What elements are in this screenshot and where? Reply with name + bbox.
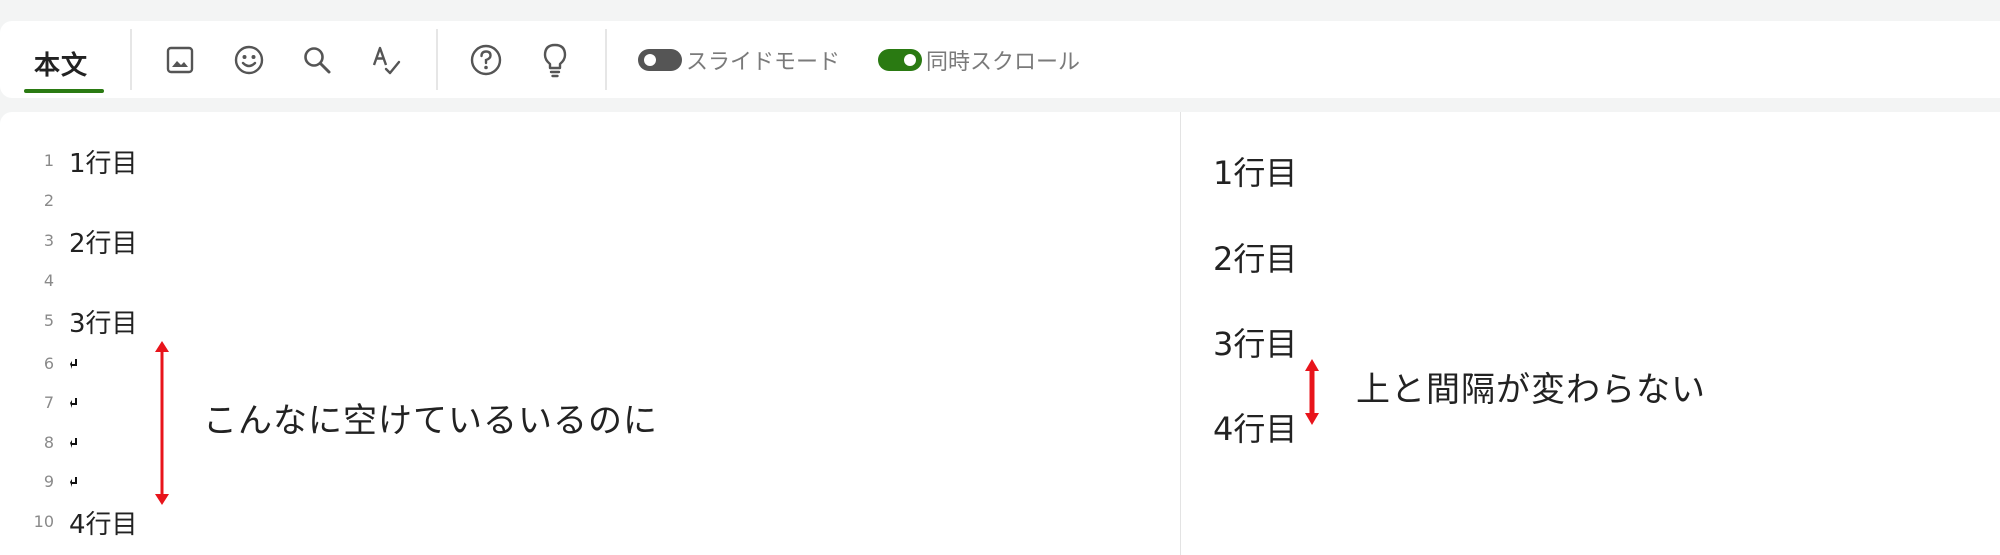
spellcheck-button[interactable] <box>364 38 408 82</box>
search-button[interactable] <box>295 38 339 82</box>
line-number: 1 <box>43 151 54 170</box>
pane-divider[interactable] <box>1180 112 1181 555</box>
lightbulb-icon <box>540 42 570 78</box>
return-mark-icon <box>70 358 80 370</box>
line-number: 4 <box>43 271 54 290</box>
editor-line: 2行目 <box>69 229 138 259</box>
top-strip <box>0 0 2000 8</box>
preview-line: 1行目 <box>1213 154 1298 192</box>
sync-scroll-toggle[interactable]: 同時スクロール <box>878 48 1080 75</box>
search-icon <box>301 44 333 76</box>
slide-mode-toggle[interactable]: スライドモード <box>638 48 840 75</box>
tips-button[interactable] <box>533 38 577 82</box>
help-button[interactable] <box>464 38 508 82</box>
return-mark-icon <box>70 397 80 409</box>
line-number: 6 <box>43 354 54 373</box>
line-number: 8 <box>43 433 54 452</box>
preview-line: 3行目 <box>1213 325 1298 363</box>
editor-line: 4行目 <box>69 510 138 540</box>
emoji-icon <box>233 44 265 76</box>
editor-line: 3行目 <box>69 309 138 339</box>
double-arrow-icon <box>152 340 172 506</box>
tab-body-label: 本文 <box>34 51 89 81</box>
editor-annotation: こんなに空けているいるのに <box>203 401 658 441</box>
toolbar-divider <box>130 29 132 90</box>
insert-image-button[interactable] <box>158 38 202 82</box>
tab-body[interactable]: 本文 <box>24 21 104 98</box>
active-tab-indicator <box>24 89 104 93</box>
sync-scroll-label: 同時スクロール <box>926 50 1081 75</box>
spellcheck-icon <box>369 43 403 77</box>
image-icon <box>165 45 195 75</box>
line-number: 3 <box>43 231 54 250</box>
return-mark-icon <box>70 437 80 449</box>
editor-panel: 1 2 3 4 5 6 7 8 9 10 1行目 2行目 3行目 4行目 こんな… <box>0 112 2000 555</box>
insert-emoji-button[interactable] <box>227 38 271 82</box>
return-mark-icon <box>70 476 80 488</box>
line-number: 10 <box>33 512 54 531</box>
editor-toolbar: 本文 スライドモード 同時スクロール <box>0 21 2000 98</box>
editor-line: 1行目 <box>69 149 138 179</box>
double-arrow-icon <box>1302 358 1322 426</box>
help-icon <box>469 43 503 77</box>
toolbar-divider <box>436 29 438 90</box>
slide-mode-switch[interactable] <box>638 49 682 71</box>
line-number: 2 <box>43 191 54 210</box>
line-number: 9 <box>43 472 54 491</box>
line-number: 5 <box>43 311 54 330</box>
line-number: 7 <box>43 393 54 412</box>
preview-line: 2行目 <box>1213 240 1298 278</box>
preview-annotation: 上と間隔が変わらない <box>1356 370 1706 410</box>
slide-mode-label: スライドモード <box>686 50 841 75</box>
toolbar-divider <box>605 29 607 90</box>
preview-line: 4行目 <box>1213 410 1298 448</box>
sync-scroll-switch[interactable] <box>878 49 922 71</box>
